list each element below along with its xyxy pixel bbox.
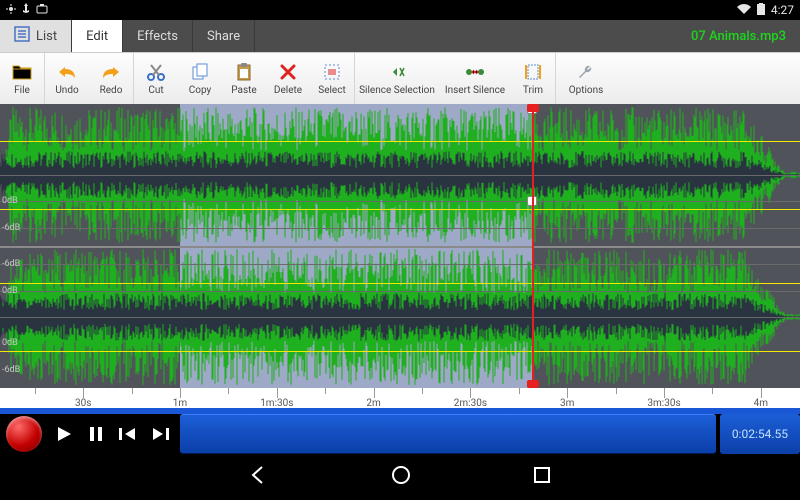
cut-button[interactable]: Cut (134, 53, 178, 104)
toolbar: File Undo Redo Cut Copy Paste Delete Sel… (0, 52, 800, 104)
debug-icon (6, 3, 16, 18)
db-label: -6dB (2, 259, 20, 269)
paste-label: Paste (231, 85, 256, 96)
options-button[interactable]: Options (556, 53, 616, 104)
undo-icon (57, 61, 77, 83)
copy-icon (191, 61, 209, 83)
db-scale: 0dB -6dB -6dB 0dB 0dB -6dB (0, 104, 30, 388)
progress-bar[interactable] (180, 414, 716, 454)
timeline-label: 1m:30s (260, 398, 293, 409)
delete-button[interactable]: Delete (266, 53, 310, 104)
status-time: 4:27 (771, 3, 794, 17)
folder-icon (12, 61, 32, 83)
db-label: -6dB (2, 365, 20, 375)
playhead[interactable] (532, 104, 534, 388)
copy-button[interactable]: Copy (178, 53, 222, 104)
tab-edit-label: Edit (86, 29, 108, 44)
tab-list[interactable]: List (0, 20, 72, 52)
play-button[interactable] (48, 414, 80, 454)
file-label: File (14, 85, 30, 96)
db-label: 0dB (2, 338, 18, 348)
undo-label: Undo (55, 85, 78, 96)
recents-button[interactable] (532, 465, 552, 489)
pause-button[interactable] (80, 414, 112, 454)
transport-controls: 0:02:54.55 (0, 414, 800, 454)
file-button[interactable]: File (0, 53, 44, 104)
android-nav-bar (0, 454, 800, 500)
paste-button[interactable]: Paste (222, 53, 266, 104)
scissors-icon (147, 61, 165, 83)
delete-icon (280, 61, 296, 83)
db-label: 0dB (2, 196, 18, 206)
silence-selection-button[interactable]: Silence Selection (355, 53, 439, 104)
tab-list-label: List (36, 29, 57, 44)
timeline-label: 1m (173, 398, 187, 409)
db-label: -6dB (2, 223, 20, 233)
waveform-view[interactable]: 0dB -6dB -6dB 0dB 0dB -6dB (0, 104, 800, 388)
back-button[interactable] (248, 464, 270, 490)
current-filename: 07 Animals.mp3 (691, 20, 800, 52)
tab-effects[interactable]: Effects (123, 20, 193, 52)
tab-effects-label: Effects (137, 29, 178, 44)
timeline-label: 2m (366, 398, 380, 409)
timeline-ruler[interactable]: 30s 1m 1m:30s 2m 2m:30s 3m 3m:30s 4m (0, 388, 800, 414)
tab-share[interactable]: Share (193, 20, 255, 52)
timecode-display: 0:02:54.55 (720, 414, 800, 454)
trim-button[interactable]: Trim (511, 53, 555, 104)
timeline-label: 30s (75, 398, 91, 409)
android-status-bar: 4:27 (0, 0, 800, 20)
insert-silence-icon (464, 61, 486, 83)
list-icon (14, 26, 30, 46)
select-label: Select (318, 85, 345, 96)
trim-icon (524, 61, 542, 83)
timeline-label: 3m:30s (647, 398, 680, 409)
trim-label: Trim (523, 85, 543, 96)
silence-icon (388, 61, 406, 83)
db-label: 0dB (2, 286, 18, 296)
timeline-label: 3m (560, 398, 574, 409)
skip-forward-button[interactable] (144, 414, 176, 454)
wrench-icon (577, 61, 595, 83)
options-label: Options (569, 85, 604, 96)
undo-button[interactable]: Undo (45, 53, 89, 104)
select-icon (323, 61, 341, 83)
battery-icon (757, 3, 765, 18)
redo-label: Redo (100, 85, 123, 96)
screenshot-icon (36, 3, 48, 18)
tab-edit[interactable]: Edit (72, 20, 123, 52)
timeline-label: 2m:30s (454, 398, 487, 409)
copy-label: Copy (189, 85, 212, 96)
tab-share-label: Share (207, 29, 240, 44)
timeline-label: 4m (754, 398, 768, 409)
redo-button[interactable]: Redo (89, 53, 133, 104)
silence-selection-label: Silence Selection (359, 85, 435, 96)
insert-silence-button[interactable]: Insert Silence (439, 53, 511, 104)
usb-icon (22, 3, 30, 18)
cut-label: Cut (148, 85, 163, 96)
delete-label: Delete (274, 85, 302, 96)
record-button[interactable] (6, 416, 42, 452)
waveform-graphic (0, 104, 800, 388)
main-tabs: List Edit Effects Share 07 Animals.mp3 (0, 20, 800, 52)
wifi-icon (737, 3, 751, 17)
insert-silence-label: Insert Silence (445, 85, 505, 96)
home-button[interactable] (390, 464, 412, 490)
redo-icon (101, 61, 121, 83)
paste-icon (236, 61, 252, 83)
select-button[interactable]: Select (310, 53, 354, 104)
skip-back-button[interactable] (112, 414, 144, 454)
